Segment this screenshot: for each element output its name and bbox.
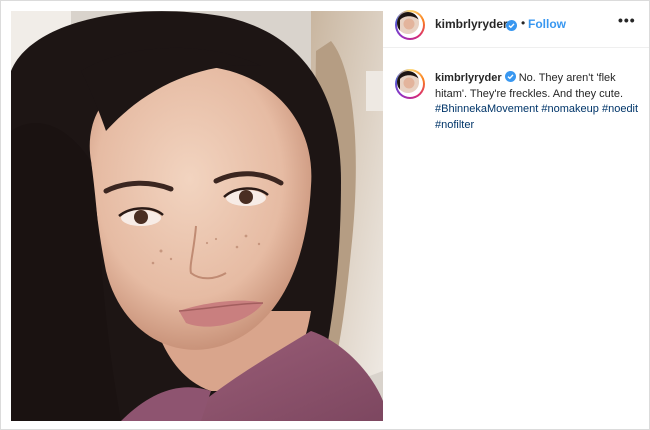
- hashtag-link[interactable]: #BhinnekaMovement: [435, 103, 538, 115]
- caption-avatar[interactable]: [395, 69, 425, 99]
- verified-badge-icon: [504, 71, 516, 82]
- hashtag-link[interactable]: #nomakeup: [541, 103, 599, 115]
- avatar-image: [397, 71, 419, 93]
- post-sidebar: kimbrlyryder • Follow ••• kimbrlyryder N…: [383, 1, 649, 429]
- selfie-image: [11, 11, 383, 421]
- avatar-image: [397, 12, 419, 34]
- separator-dot: •: [521, 16, 526, 30]
- caption-username[interactable]: kimbrlyryder: [435, 72, 502, 84]
- post-frame: kimbrlyryder • Follow ••• kimbrlyryder N…: [0, 0, 650, 430]
- post-header: kimbrlyryder • Follow •••: [383, 1, 649, 48]
- hashtag-link[interactable]: #noedit: [602, 103, 638, 115]
- username-link[interactable]: kimbrlyryder: [435, 17, 508, 31]
- verified-badge-icon: [506, 18, 517, 31]
- hashtag-link[interactable]: #nofilter: [435, 119, 474, 131]
- follow-button[interactable]: Follow: [528, 17, 566, 31]
- more-options-icon[interactable]: •••: [618, 12, 636, 28]
- caption-text: kimbrlyryder No. They aren't 'flek hitam…: [435, 71, 640, 133]
- avatar[interactable]: [395, 10, 425, 40]
- post-photo[interactable]: [11, 11, 383, 421]
